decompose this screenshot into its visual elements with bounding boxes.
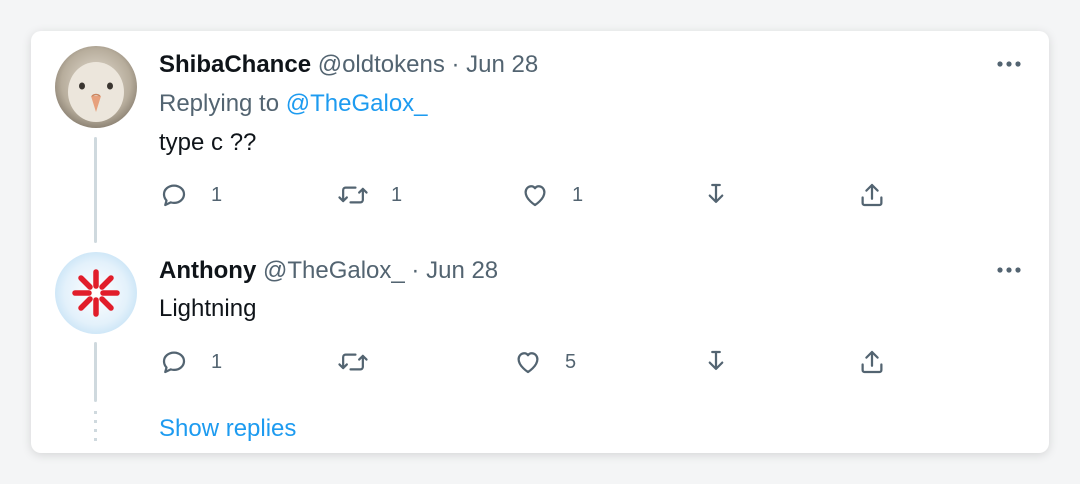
avatar-anthony[interactable] xyxy=(55,252,137,334)
author-name[interactable]: Anthony xyxy=(159,257,256,284)
show-replies-link[interactable]: Show replies xyxy=(159,415,296,443)
conversation-card: ShibaChance @oldtokens · Jun 28 Replying… xyxy=(31,31,1049,453)
like-icon xyxy=(517,352,539,374)
more-button[interactable] xyxy=(993,54,1025,74)
more-icon xyxy=(997,61,1021,67)
thread-line xyxy=(94,342,97,402)
share-button[interactable] xyxy=(857,180,887,210)
like-count: 1 xyxy=(572,183,584,206)
replying-to-handle[interactable]: @TheGalox_ xyxy=(286,90,428,117)
reply-icon xyxy=(162,184,186,207)
tweet-date[interactable]: Jun 28 xyxy=(466,51,538,78)
retweet-button[interactable] xyxy=(337,347,391,377)
separator: · xyxy=(451,51,460,78)
reply-count: 1 xyxy=(211,350,223,373)
save-button[interactable] xyxy=(701,347,731,377)
tweet-text: Lightning xyxy=(159,295,257,322)
retweet-icon xyxy=(338,353,368,371)
share-icon xyxy=(861,350,883,374)
red-asterisk-logo-avatar-icon xyxy=(55,252,137,334)
reply-icon xyxy=(162,351,186,374)
reply-button[interactable]: 1 xyxy=(159,347,222,377)
author-handle[interactable]: @oldtokens xyxy=(318,51,445,78)
like-icon xyxy=(524,185,546,207)
more-button[interactable] xyxy=(993,260,1025,280)
like-button[interactable]: 1 xyxy=(520,180,583,210)
thread-line xyxy=(94,137,97,243)
save-button[interactable] xyxy=(701,180,731,210)
author-handle[interactable]: @TheGalox_ xyxy=(263,257,405,284)
reply-button[interactable]: 1 xyxy=(159,180,222,210)
replying-to: Replying to @TheGalox_ xyxy=(159,90,428,118)
avatar-shibachance[interactable] xyxy=(55,46,137,128)
more-icon xyxy=(997,267,1021,273)
download-icon xyxy=(708,350,724,370)
like-button[interactable]: 5 xyxy=(513,347,576,377)
tweet-date[interactable]: Jun 28 xyxy=(426,257,498,284)
tweet-header: ShibaChance @oldtokens · Jun 28 xyxy=(159,51,538,79)
author-name[interactable]: ShibaChance xyxy=(159,51,311,78)
tweet-header: Anthony @TheGalox_ · Jun 28 xyxy=(159,257,498,285)
replying-to-prefix: Replying to xyxy=(159,90,280,117)
reply-count: 1 xyxy=(211,183,223,206)
retweet-count: 1 xyxy=(391,183,403,206)
retweet-button[interactable]: 1 xyxy=(337,180,402,210)
chick-avatar-icon xyxy=(55,46,137,128)
retweet-icon xyxy=(338,186,368,204)
share-button[interactable] xyxy=(857,347,887,377)
tweet-text: type c ?? xyxy=(159,129,257,156)
thread-dotted-line xyxy=(94,411,97,441)
separator: · xyxy=(411,257,420,284)
download-icon xyxy=(708,183,724,203)
like-count: 5 xyxy=(565,350,577,373)
share-icon xyxy=(861,183,883,207)
